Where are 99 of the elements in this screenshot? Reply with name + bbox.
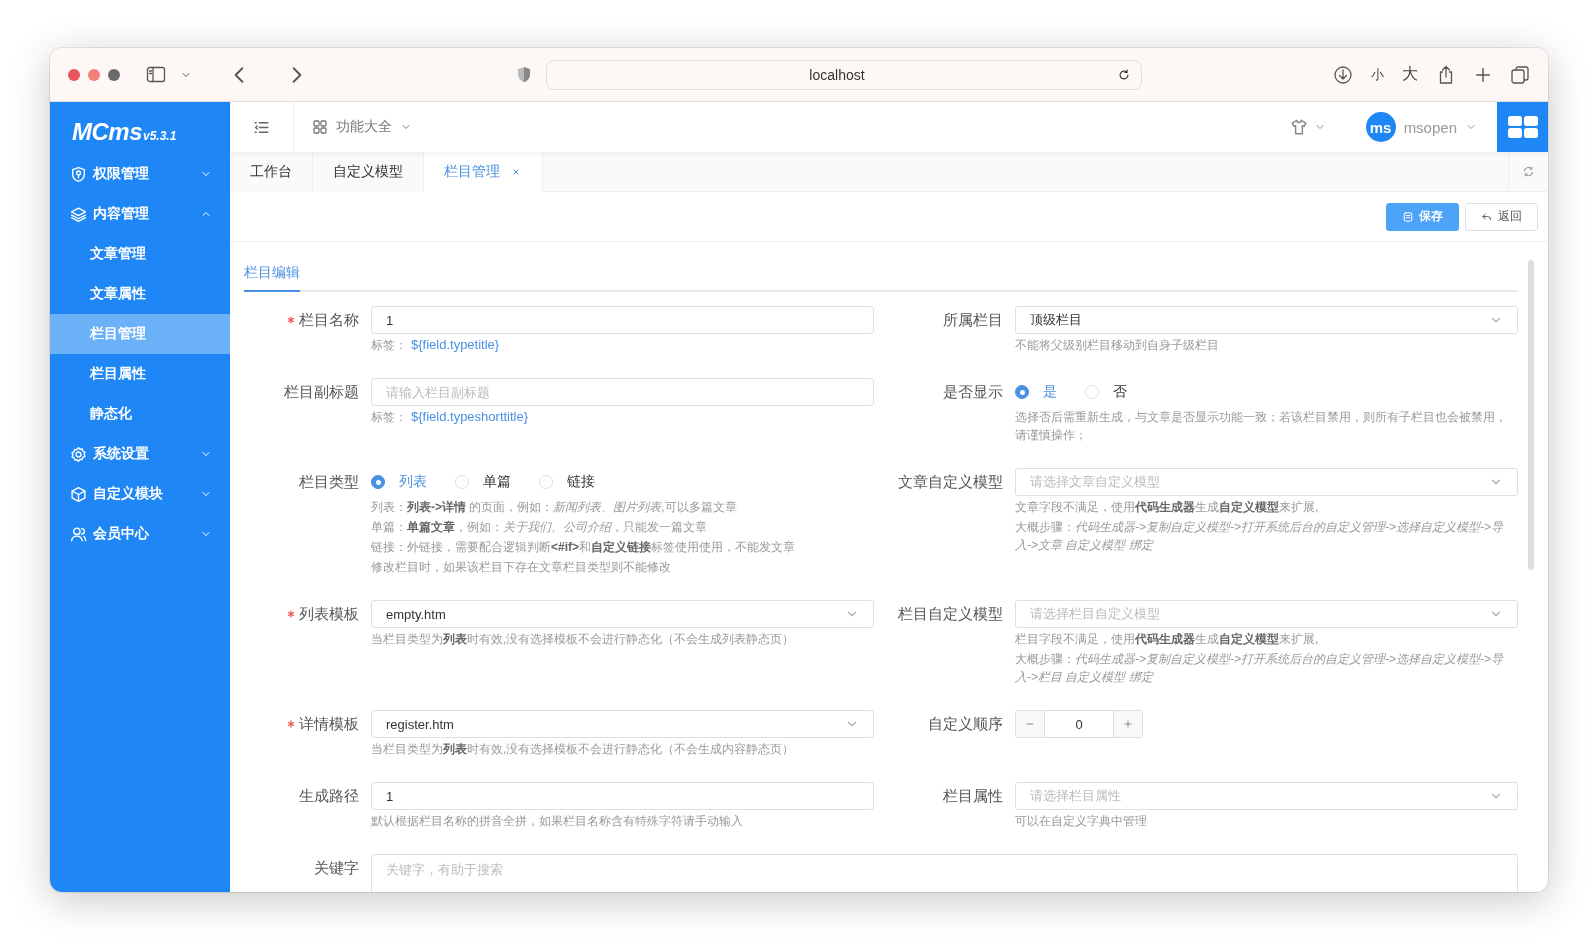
textarea-field[interactable]: 关键字，有助于搜索	[371, 854, 1518, 892]
select-field[interactable]: empty.htm	[371, 600, 874, 628]
help-text: 当栏目类型为列表时有效,没有选择模板不会进行静态化（不会生成内容静态页）	[371, 741, 796, 758]
tag-label: 标签：	[371, 409, 407, 426]
tag-code: ${field.typetitle}	[411, 336, 500, 354]
reply-icon	[1481, 210, 1493, 223]
help-text: 可以在自定义字典中管理	[1015, 813, 1148, 830]
radio-option[interactable]: 单篇	[455, 473, 511, 491]
select-field[interactable]: register.htm	[371, 710, 874, 738]
scrollbar[interactable]	[1528, 260, 1534, 570]
field-label: 栏目自定义模型	[898, 604, 1003, 624]
logo: MCmsv5.3.1	[71, 117, 178, 147]
help-text: 栏目字段不满足，使用代码生成器生成自定义模型来扩展,	[1015, 631, 1320, 648]
sidebar-item[interactable]: 权限管理	[50, 154, 230, 194]
page-tab[interactable]: 自定义模型	[313, 152, 424, 192]
page-tab[interactable]: 栏目管理	[424, 152, 543, 192]
field-label: 栏目类型	[299, 472, 359, 492]
sidebar-subitem[interactable]: 栏目属性	[50, 354, 230, 394]
refresh-icon[interactable]	[1522, 165, 1535, 178]
layers-icon	[70, 205, 87, 223]
number-field[interactable]: 0	[1044, 711, 1114, 737]
grid-icon	[312, 119, 328, 135]
text-field[interactable]: 1	[371, 306, 874, 334]
field-label: 文章自定义模型	[898, 472, 1003, 492]
plus-icon[interactable]	[1474, 65, 1492, 84]
apps-icon	[1507, 116, 1538, 138]
minimize-window-button[interactable]	[88, 68, 100, 81]
text-field[interactable]: 请输入栏目副标题	[371, 378, 874, 406]
user-icon	[70, 525, 87, 543]
sidebar-icon[interactable]	[146, 65, 166, 84]
field-label: 是否显示	[943, 382, 1003, 402]
avatar: ms	[1365, 112, 1396, 142]
shield-icon[interactable]	[516, 65, 532, 84]
sidebar-subitem[interactable]: 文章管理	[50, 234, 230, 274]
help-text: 链接：外链接，需要配合逻辑判断<#if>和自定义链接标签使用使用，不能发文章	[371, 539, 797, 556]
help-text: 大概步骤：代码生成器->复制自定义模型->打开系统后台的自定义管理->选择自定义模型->导入->栏目 自定义模型 绑定	[1015, 651, 1505, 686]
required-icon	[287, 720, 295, 728]
page-tab[interactable]: 工作台	[230, 152, 313, 192]
help-text: 默认根据栏目名称的拼音全拼，如果栏目名称含有特殊字符请手动输入	[371, 813, 744, 830]
field-label: 所属栏目	[943, 310, 1003, 330]
field-label: 栏目名称	[299, 310, 359, 330]
select-field[interactable]: 顶级栏目	[1015, 306, 1518, 334]
section-tab[interactable]: 栏目编辑	[244, 264, 300, 292]
field-label: 列表模板	[299, 604, 359, 624]
sidebar-subitem[interactable]: 静态化	[50, 394, 230, 434]
help-text: 修改栏目时，如果该栏目下存在文章栏目类型则不能修改	[371, 559, 672, 576]
radio-option[interactable]: 否	[1085, 383, 1127, 401]
field-label: 自定义顺序	[928, 714, 1003, 734]
back-button[interactable]: 返回	[1465, 202, 1538, 231]
plus-icon	[1122, 718, 1134, 730]
close-window-button[interactable]	[68, 68, 80, 81]
help-text: 不能将父级别栏目移动到自身子级栏目	[1015, 337, 1220, 354]
required-icon	[287, 316, 295, 324]
help-text: 列表：列表->详情 的页面，例如：新闻列表、图片列表,可以多篇文章	[371, 499, 738, 516]
zoom-window-button[interactable]	[108, 68, 120, 81]
cube-icon	[70, 485, 87, 503]
close-icon[interactable]	[510, 166, 522, 178]
select-field[interactable]: 请选择栏目属性	[1015, 782, 1518, 810]
shield-icon	[70, 165, 87, 183]
required-icon	[287, 610, 295, 618]
tabs-icon[interactable]	[1510, 64, 1530, 85]
field-label: 详情模板	[299, 714, 359, 734]
user-menu[interactable]: ms msopen	[1365, 112, 1477, 142]
number-stepper[interactable]: 0	[1015, 710, 1143, 738]
text-larger-button[interactable]: 大	[1402, 64, 1418, 85]
help-text: 选择否后需重新生成，与文章是否显示功能一致；若该栏目禁用，则所有子栏目也会被禁用，请谨慎操作；	[1015, 409, 1508, 444]
radio-option[interactable]: 链接	[539, 473, 595, 491]
text-smaller-button[interactable]: 小	[1371, 65, 1384, 84]
sidebar-subitem[interactable]: 文章属性	[50, 274, 230, 314]
tag-label: 标签：	[371, 337, 407, 354]
help-text: 大概步骤：代码生成器->复制自定义模型->打开系统后台的自定义管理->选择自定义模型->导入->文章 自定义模型 绑定	[1015, 519, 1505, 554]
feature-menu[interactable]: 功能大全	[294, 118, 412, 136]
download-icon[interactable]	[1333, 64, 1353, 85]
radio-option[interactable]: 是	[1015, 383, 1057, 401]
shirt-icon	[1289, 118, 1308, 136]
sidebar-item[interactable]: 内容管理	[50, 194, 230, 234]
tag-code: ${field.typeshorttitle}	[411, 408, 529, 426]
address-bar[interactable]: localhost	[546, 59, 1142, 90]
radio-option[interactable]: 列表	[371, 473, 427, 491]
sidebar-item[interactable]: 系统设置	[50, 434, 230, 474]
select-field[interactable]: 请选择文章自定义模型	[1015, 468, 1518, 496]
help-text: 文章字段不满足，使用代码生成器生成自定义模型来扩展,	[1015, 499, 1320, 516]
theme-menu[interactable]	[1289, 118, 1326, 136]
text-field[interactable]: 1	[371, 782, 874, 810]
help-text: 单篇：单篇文章，例如：关于我们、公司介绍，只能发一篇文章	[371, 519, 708, 536]
reload-icon[interactable]	[1117, 67, 1131, 82]
field-label: 生成路径	[299, 786, 359, 806]
field-label: 关键字	[314, 858, 359, 878]
gear-icon	[70, 445, 87, 463]
save-button[interactable]: 保存	[1386, 202, 1459, 231]
field-label: 栏目属性	[943, 786, 1003, 806]
save-icon	[1402, 210, 1414, 223]
apps-button[interactable]	[1497, 102, 1548, 152]
sidebar-item[interactable]: 自定义模块	[50, 474, 230, 514]
sidebar-item[interactable]: 会员中心	[50, 514, 230, 554]
select-field[interactable]: 请选择栏目自定义模型	[1015, 600, 1518, 628]
sidebar-subitem[interactable]: 栏目管理	[50, 314, 230, 354]
help-text: 当栏目类型为列表时有效,没有选择模板不会进行静态化（不会生成列表静态页）	[371, 631, 796, 648]
field-label: 栏目副标题	[284, 382, 359, 402]
